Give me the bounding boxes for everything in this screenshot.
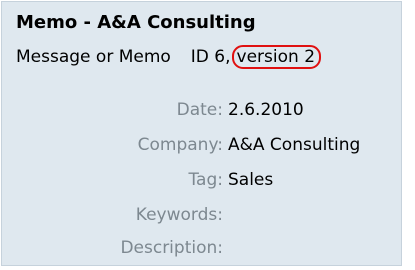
memo-detail-panel: Memo - A&A Consulting Message or Memo ID … bbox=[1, 1, 402, 266]
field-description-label: Description: bbox=[120, 238, 223, 258]
field-company: Company: A&A Consulting bbox=[2, 135, 402, 159]
memo-title: Memo - A&A Consulting bbox=[16, 12, 256, 33]
field-date: Date: 2.6.2010 bbox=[2, 100, 402, 124]
field-date-label: Date: bbox=[176, 100, 223, 120]
field-tag-label: Tag: bbox=[188, 170, 223, 190]
field-tag: Tag: Sales bbox=[2, 170, 402, 194]
field-tag-value: Sales bbox=[228, 170, 274, 190]
field-company-value: A&A Consulting bbox=[228, 135, 361, 155]
field-date-value: 2.6.2010 bbox=[228, 100, 304, 120]
version-highlight: version 2 bbox=[231, 45, 322, 69]
field-keywords: Keywords: bbox=[2, 205, 402, 229]
field-keywords-label: Keywords: bbox=[135, 205, 223, 225]
memo-id: ID 6, bbox=[190, 47, 231, 67]
field-description: Description: bbox=[2, 238, 402, 262]
field-company-label: Company: bbox=[137, 135, 223, 155]
memo-type: Message or Memo bbox=[16, 47, 171, 67]
memo-subtitle: Message or Memo ID 6, version 2 bbox=[16, 45, 322, 69]
